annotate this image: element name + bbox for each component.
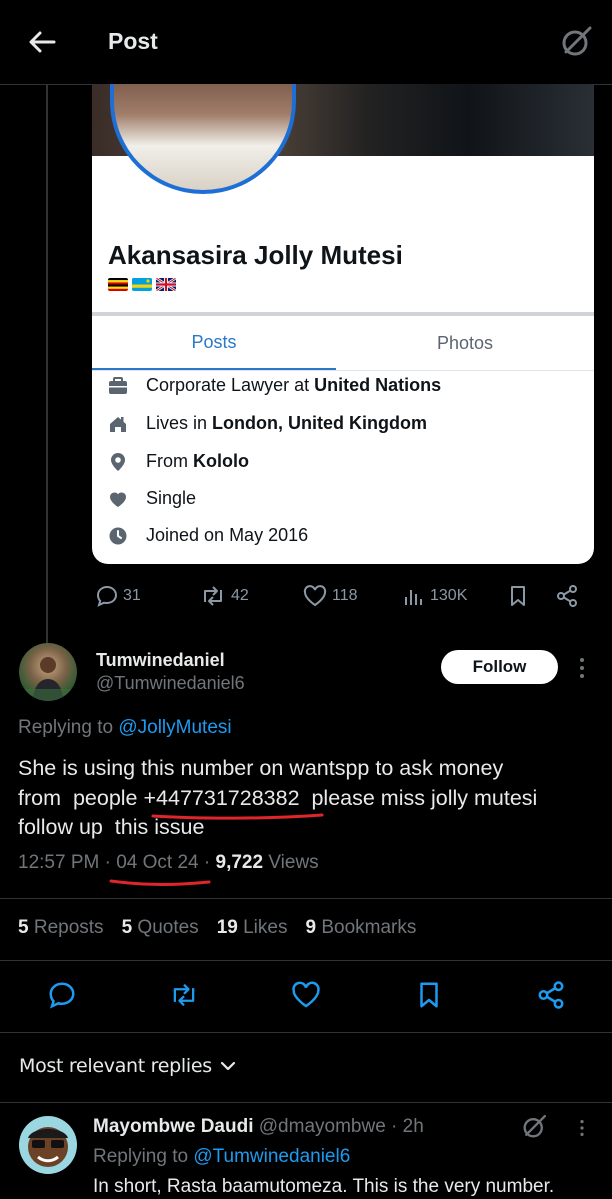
embedded-repost-button[interactable]: 42 [199,584,249,608]
embedded-reply-button[interactable]: 31 [95,584,141,608]
more-options-icon[interactable] [572,656,592,680]
stat-reposts[interactable]: 5 Reposts [18,917,104,939]
repost-icon [204,586,222,606]
repost-count: 42 [231,587,249,604]
profile-avatar [110,84,296,202]
reply-icon [96,585,118,607]
author-handle[interactable]: @Tumwinedaniel6 [96,673,245,694]
share-icon [538,981,564,1009]
views-count: 130K [430,587,468,604]
replies-sort-dropdown[interactable]: Most relevant replies [19,1055,236,1077]
chevron-down-icon [220,1061,235,1071]
like-icon [292,981,320,1008]
reply-replying-handle[interactable]: @Tumwinedaniel6 [193,1146,350,1167]
uk-flag-icon [156,278,176,291]
replies-sort-label: Most relevant replies [19,1055,212,1077]
bookmark-icon [511,586,525,606]
profile-name: Akansasira Jolly Mutesi [108,240,403,270]
stat-likes[interactable]: 19 Likes [217,917,288,939]
grok-icon[interactable] [520,1113,548,1141]
repost-icon [173,983,195,1007]
reply-text: In short, Rasta baamutomeza. This is the… [93,1176,555,1197]
share-icon [557,585,577,607]
repost-button[interactable] [168,980,198,1010]
profile-tabs: Posts Photos [92,312,594,371]
heart-icon [110,492,126,507]
reply-author-avatar[interactable] [19,1116,77,1174]
clock-icon [109,527,127,544]
uganda-flag-icon [108,278,128,291]
embedded-profile-card[interactable]: Akansasira Jolly Mutesi Posts Photos Cor… [92,84,594,564]
embedded-views[interactable]: 130K [402,584,467,608]
bookmark-icon [420,982,438,1008]
top-bar [0,0,612,85]
info-relationship: Single [108,488,196,509]
tab-photos[interactable]: Photos [336,316,594,370]
more-options-icon[interactable] [574,1117,590,1139]
page-title: Post [108,28,158,54]
reply-author-name: Mayombwe Daudi [93,1116,254,1137]
replying-to-handle[interactable]: @JollyMutesi [118,717,231,738]
location-pin-icon [111,452,125,471]
reply-author-handle: @dmayombwe [258,1116,386,1137]
thread-line [46,84,48,644]
briefcase-icon [109,376,127,394]
like-button[interactable] [290,980,320,1010]
views-count-main: 9,722 [215,852,264,873]
replying-to: Replying to @JollyMutesi [18,717,232,738]
embedded-bookmark-button[interactable] [506,584,530,608]
views-icon [405,590,422,605]
follow-button[interactable]: Follow [441,650,558,684]
home-icon [110,416,126,432]
share-button[interactable] [536,980,566,1010]
tweet-meta: 12:57 PM · 04 Oct 24 · 9,722 Views [18,852,319,873]
reply-time: 2h [402,1116,424,1137]
reply-author[interactable]: Mayombwe Daudi @dmayombwe · 2h [93,1116,424,1138]
reply-replying-to: Replying to @Tumwinedaniel6 [93,1146,351,1167]
divider [0,1032,612,1033]
reply-count: 31 [123,587,141,604]
info-location: Lives in London, United Kingdom [108,413,427,434]
divider [0,898,612,899]
like-icon [303,585,327,607]
stat-quotes[interactable]: 5 Quotes [122,917,199,939]
tab-posts[interactable]: Posts [92,316,336,370]
info-hometown: From Kololo [108,451,249,472]
back-arrow-icon[interactable] [26,26,58,58]
info-occupation: Corporate Lawyer at United Nations [108,375,441,396]
bookmark-button[interactable] [414,980,444,1010]
like-count: 118 [332,587,358,604]
tweet-stats: 5 Reposts 5 Quotes 19 Likes 9 Bookmarks [18,917,416,939]
divider [0,960,612,961]
tweet-date: 04 Oct 24 [116,852,199,873]
embedded-like-button[interactable]: 118 [302,584,358,608]
info-joined: Joined on May 2016 [108,525,308,546]
stat-bookmarks[interactable]: 9 Bookmarks [305,917,416,939]
author-name[interactable]: Tumwinedaniel [96,650,225,671]
rwanda-flag-icon [132,278,152,291]
tweet-text: She is using this number on wantspp to a… [18,756,538,839]
embedded-share-button[interactable] [555,584,579,608]
flag-emojis [108,278,176,291]
reply-icon [49,982,75,1009]
divider [0,1102,612,1103]
reply-button[interactable] [47,980,77,1010]
red-underline-mark-date [109,879,211,886]
red-underline-mark [151,813,324,820]
author-avatar[interactable] [19,643,77,701]
grok-icon[interactable] [558,24,594,60]
tweet-time: 12:57 PM [18,852,100,873]
